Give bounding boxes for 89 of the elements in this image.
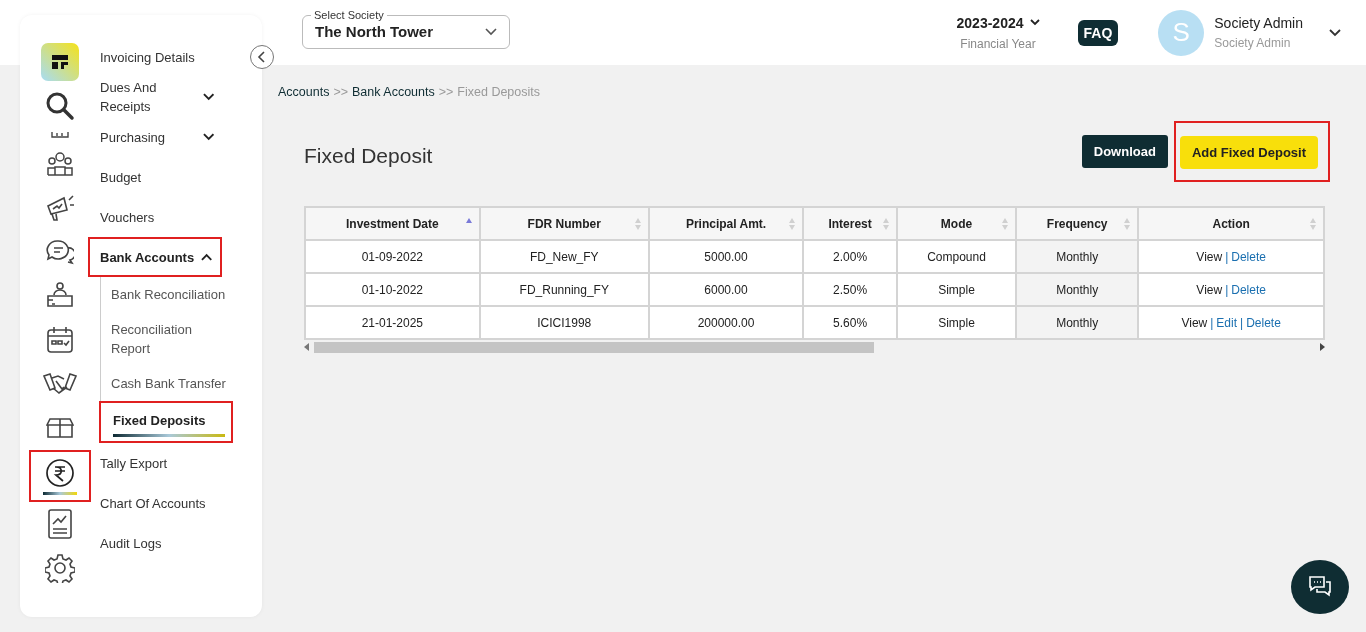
table-cell: Monthly — [1016, 240, 1139, 273]
chat-button[interactable] — [1291, 560, 1349, 614]
rupee-icon[interactable] — [45, 457, 75, 488]
chat-icon[interactable] — [46, 239, 74, 265]
horizontal-scrollbar[interactable] — [304, 340, 1325, 354]
menu-item[interactable]: Vouchers — [100, 207, 208, 227]
breadcrumb-link[interactable]: Bank Accounts — [352, 85, 435, 99]
column-header[interactable]: Interest — [803, 207, 898, 240]
breadcrumb-separator: >> — [438, 85, 454, 99]
select-value: The North Tower — [315, 23, 434, 40]
megaphone-icon[interactable] — [45, 194, 75, 222]
table-cell: 2.00% — [803, 240, 898, 273]
table-cell: Monthly — [1016, 273, 1139, 306]
table-cell: 5000.00 — [648, 240, 804, 273]
menu-item[interactable]: Budget — [100, 167, 208, 187]
field-label: Select Society — [311, 8, 387, 21]
user-role: Society Admin — [1214, 36, 1292, 50]
year-selector[interactable]: 2023-2024 — [956, 14, 1024, 31]
action-link[interactable]: Delete — [1246, 315, 1281, 330]
submenu-item[interactable]: Fixed Deposits — [113, 411, 225, 430]
table-cell: Simple — [897, 306, 1017, 339]
faq-button[interactable]: FAQ — [1077, 19, 1119, 46]
scroll-right-icon[interactable] — [1319, 343, 1325, 351]
menu-item[interactable]: Bank Accounts — [100, 247, 201, 267]
building-icon[interactable] — [51, 132, 69, 138]
action-link[interactable]: View — [1181, 315, 1208, 330]
menu-item[interactable]: Audit Logs — [100, 533, 208, 553]
year-caption: Financial Year — [960, 36, 1036, 51]
menu-item[interactable]: Purchasing — [100, 127, 203, 147]
table-cell: 2.50% — [803, 273, 898, 306]
search-icon[interactable] — [45, 91, 75, 121]
app-logo-icon[interactable] — [41, 43, 79, 81]
submenu-item[interactable]: Bank Reconciliation — [111, 285, 227, 304]
table-cell: Monthly — [1016, 306, 1139, 339]
chevron-down-icon[interactable] — [1029, 19, 1040, 26]
column-header[interactable]: Action — [1138, 207, 1324, 240]
calendar-icon[interactable] — [47, 326, 73, 354]
breadcrumb-separator: >> — [333, 85, 349, 99]
table-cell: ICICI1998 — [479, 306, 649, 339]
column-header[interactable]: Investment Date — [305, 207, 480, 240]
table-cell: 6000.00 — [648, 273, 804, 306]
column-header[interactable]: Mode — [897, 207, 1017, 240]
action-link[interactable]: Delete — [1231, 282, 1266, 297]
table-cell: 01-09-2022 — [305, 240, 480, 273]
table-cell: Simple — [897, 273, 1017, 306]
chevron-up-icon[interactable] — [200, 253, 212, 261]
chevron-down-icon[interactable] — [202, 133, 214, 141]
action-link[interactable]: View — [1196, 282, 1223, 297]
page-title: Fixed Deposit — [304, 143, 433, 168]
submenu-item[interactable]: Reconciliation Report — [111, 320, 227, 358]
table-cell: 21-01-2025 — [305, 306, 480, 339]
action-link[interactable]: Edit — [1216, 315, 1238, 330]
report-icon[interactable] — [47, 509, 73, 539]
desk-icon[interactable] — [46, 282, 74, 310]
collapse-button[interactable] — [250, 45, 274, 69]
table-cell: FD_New_FY — [479, 240, 649, 273]
breadcrumb-link[interactable]: Accounts — [278, 85, 330, 99]
column-header[interactable]: Principal Amt. — [648, 207, 804, 240]
people-icon[interactable] — [46, 152, 74, 176]
menu-item[interactable]: Chart Of Accounts — [100, 493, 208, 513]
menu-item[interactable]: Tally Export — [100, 453, 208, 473]
menu-item[interactable]: Invoicing Details — [100, 47, 208, 67]
table-cell: 5.60% — [803, 306, 898, 339]
settings-icon[interactable] — [45, 553, 75, 583]
chevron-left-icon[interactable] — [257, 51, 267, 63]
table-cell: Compound — [897, 240, 1017, 273]
action-link[interactable]: View — [1196, 249, 1223, 264]
column-header[interactable]: Frequency — [1016, 207, 1139, 240]
scroll-left-icon[interactable] — [304, 343, 310, 351]
download-button[interactable]: Download — [1081, 135, 1168, 168]
action-separator: | — [1210, 315, 1214, 330]
table-cell: 200000.00 — [648, 306, 804, 339]
column-header[interactable]: FDR Number — [479, 207, 649, 240]
action-link[interactable]: Delete — [1231, 249, 1266, 264]
action-separator: | — [1240, 315, 1244, 330]
handshake-icon[interactable] — [43, 372, 77, 396]
chevron-down-icon[interactable] — [1329, 28, 1341, 37]
submenu-item[interactable]: Cash Bank Transfer — [111, 374, 227, 393]
action-separator: | — [1225, 282, 1229, 297]
table-cell: FD_Running_FY — [479, 273, 649, 306]
add-button[interactable]: Add Fixed Deposit — [1179, 136, 1318, 169]
action-separator: | — [1225, 249, 1229, 264]
box-icon[interactable] — [46, 418, 74, 438]
menu-item[interactable]: Dues And Receipts — [100, 78, 203, 116]
chevron-down-icon[interactable] — [202, 93, 214, 101]
user-name: Society Admin — [1214, 15, 1303, 31]
table-cell: 01-10-2022 — [305, 273, 480, 306]
chevron-down-icon — [485, 27, 497, 36]
active-indicator — [43, 491, 77, 495]
